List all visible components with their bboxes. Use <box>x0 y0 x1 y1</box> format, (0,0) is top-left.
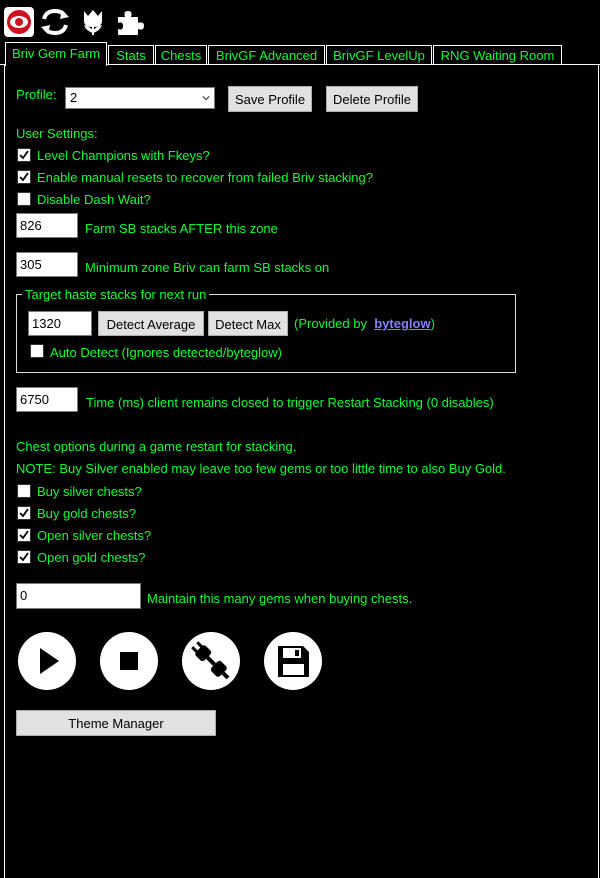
manual-resets-checkbox[interactable] <box>17 170 31 184</box>
detect-average-button[interactable]: Detect Average <box>98 311 204 336</box>
provided-by-suffix: ) <box>430 316 435 331</box>
save-button[interactable] <box>264 632 322 690</box>
stop-icon <box>120 652 138 670</box>
manual-resets-label: Enable manual resets to recover from fai… <box>37 170 373 185</box>
tab-rng-waiting-room[interactable]: RNG Waiting Room <box>433 45 562 65</box>
connect-button[interactable] <box>182 632 240 690</box>
play-icon <box>40 648 59 674</box>
restart-time-input[interactable]: 6750 <box>16 387 78 412</box>
min-zone-label: Minimum zone Briv can farm SB stacks on <box>85 260 330 275</box>
save-icon <box>278 646 309 677</box>
level-fkeys-label: Level Champions with Fkeys? <box>37 148 210 163</box>
chest-options-heading: Chest options during a game restart for … <box>16 439 297 454</box>
tab-stats[interactable]: Stats <box>108 45 154 65</box>
min-zone-input[interactable]: 305 <box>16 252 78 277</box>
tulip-icon[interactable] <box>78 7 108 37</box>
chevron-down-icon <box>202 96 210 101</box>
panel-border-right <box>598 65 599 878</box>
profile-selected-value: 2 <box>70 90 78 105</box>
delete-profile-button[interactable]: Delete Profile <box>326 86 418 112</box>
profile-select[interactable]: 2 <box>65 87 215 109</box>
tab-brivgf-levelup[interactable]: BrivGF LevelUp <box>326 45 432 65</box>
byteglow-link[interactable]: byteglow <box>374 316 430 331</box>
tab-chests[interactable]: Chests <box>155 45 207 65</box>
buy-silver-label: Buy silver chests? <box>37 484 142 499</box>
provided-by-text: (Provided by byteglow) <box>294 316 435 331</box>
disable-dash-checkbox[interactable] <box>17 192 31 206</box>
haste-input[interactable]: 1320 <box>28 311 92 336</box>
restart-time-label: Time (ms) client remains closed to trigg… <box>86 395 494 410</box>
play-button[interactable] <box>18 632 76 690</box>
buy-silver-checkbox[interactable] <box>17 484 31 498</box>
gems-input[interactable]: 0 <box>16 583 141 609</box>
checkmark-icon <box>19 150 29 160</box>
theme-manager-button[interactable]: Theme Manager <box>16 710 216 736</box>
tab-briv-gem-farm[interactable]: Briv Gem Farm <box>5 42 107 66</box>
provided-by-prefix: (Provided by <box>294 316 367 331</box>
open-silver-checkbox[interactable] <box>17 528 31 542</box>
save-profile-button[interactable]: Save Profile <box>228 86 312 112</box>
profile-label: Profile: <box>16 87 57 102</box>
checkmark-icon <box>19 530 29 540</box>
connect-icon <box>191 641 230 680</box>
panel-border-left <box>4 65 5 878</box>
buy-gold-label: Buy gold chests? <box>37 506 137 521</box>
checkmark-icon <box>19 508 29 518</box>
open-silver-label: Open silver chests? <box>37 528 152 543</box>
checkmark-icon <box>19 552 29 562</box>
buy-gold-checkbox[interactable] <box>17 506 31 520</box>
farm-zone-label: Farm SB stacks AFTER this zone <box>85 221 278 236</box>
puzzle-icon[interactable] <box>114 7 144 37</box>
level-fkeys-checkbox[interactable] <box>17 148 31 162</box>
open-gold-checkbox[interactable] <box>17 550 31 564</box>
refresh-icon[interactable] <box>40 7 70 37</box>
gems-label: Maintain this many gems when buying ches… <box>147 591 413 606</box>
disable-dash-label: Disable Dash Wait? <box>37 192 151 207</box>
eye-icon[interactable] <box>4 7 34 37</box>
open-gold-label: Open gold chests? <box>37 550 146 565</box>
chest-note: NOTE: Buy Silver enabled may leave too f… <box>16 461 506 476</box>
user-settings-heading: User Settings: <box>16 126 98 141</box>
checkmark-icon <box>19 172 29 182</box>
auto-detect-checkbox[interactable] <box>30 344 44 358</box>
stop-button[interactable] <box>100 632 158 690</box>
haste-group-title: Target haste stacks for next run <box>22 287 210 302</box>
tab-brivgf-advanced[interactable]: BrivGF Advanced <box>208 45 325 65</box>
farm-zone-input[interactable]: 826 <box>16 213 78 238</box>
detect-max-button[interactable]: Detect Max <box>208 311 288 336</box>
auto-detect-label: Auto Detect (Ignores detected/byteglow) <box>50 345 282 360</box>
